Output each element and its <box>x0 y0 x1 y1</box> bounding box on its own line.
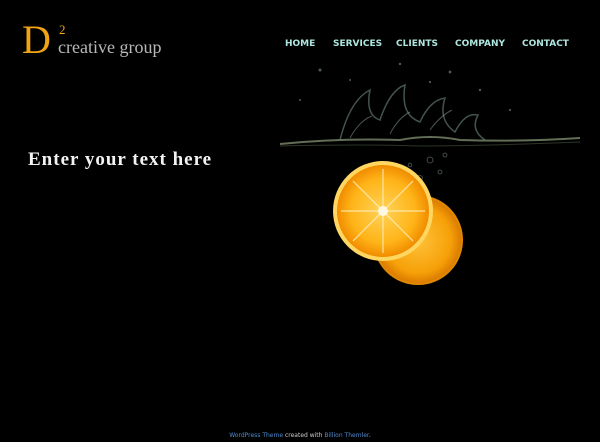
nav-item-home[interactable]: HOME <box>285 39 315 49</box>
footer-link-billion-themler[interactable]: Billion Themler <box>324 432 368 439</box>
footer: WordPress Theme created with Billion The… <box>0 432 600 439</box>
nav-item-services[interactable]: SERVICES <box>333 39 382 49</box>
footer-period: . <box>368 432 371 439</box>
orange-splash-image <box>280 62 580 285</box>
hero-text: Enter your text here <box>28 149 213 170</box>
nav-item-company[interactable]: COMPANY <box>455 39 505 49</box>
main-nav: HOME SERVICES CLIENTS COMPANY CONTACT <box>0 39 600 53</box>
footer-link-wordpress-theme[interactable]: WordPress Theme <box>229 432 283 439</box>
nav-item-clients[interactable]: CLIENTS <box>396 39 438 49</box>
logo-superscript: 2 <box>59 22 66 37</box>
nav-item-contact[interactable]: CONTACT <box>522 39 569 49</box>
footer-text: created with <box>284 432 323 439</box>
